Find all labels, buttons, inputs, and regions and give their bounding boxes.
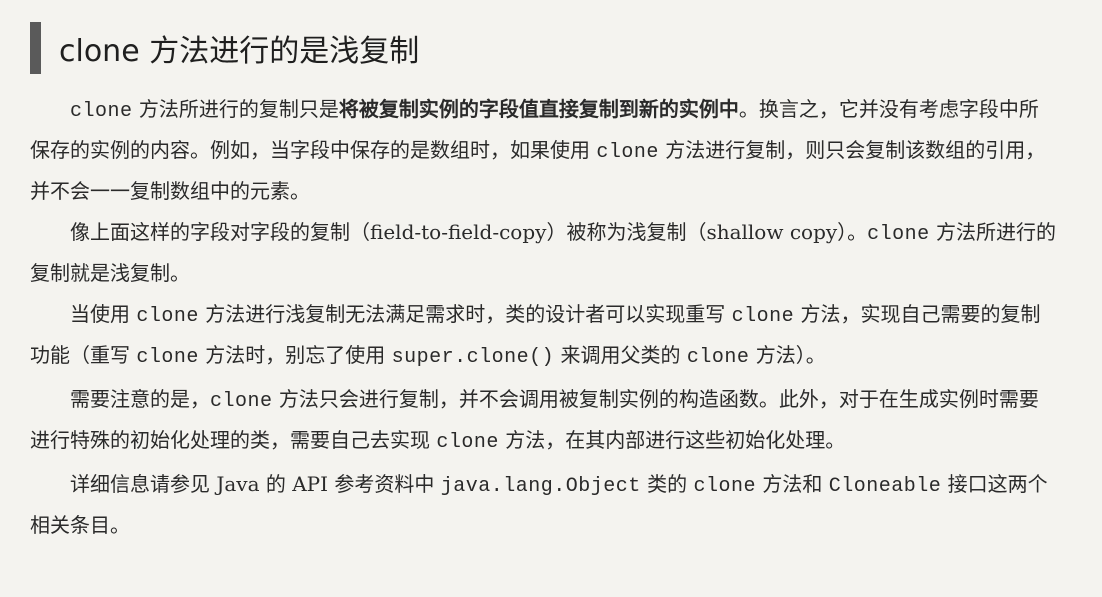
text-span: 详细信息请参见 Java 的 API 参考资料中 xyxy=(70,472,441,496)
paragraph-4: 需要注意的是，clone 方法只会进行复制，并不会调用被复制实例的构造函数。此外… xyxy=(30,380,1058,462)
text-span: 方法时，别忘了使用 xyxy=(198,343,392,367)
code-clone: clone xyxy=(210,390,273,413)
code-clone: clone xyxy=(70,100,133,123)
text-span: 方法和 xyxy=(756,472,829,496)
code-clone: clone xyxy=(693,475,757,498)
bold-emphasis: 将被复制实例的字段值直接复制到新的实例中 xyxy=(338,97,739,121)
heading-accent-bar xyxy=(30,22,41,74)
section-heading: clone 方法进行的是浅复制 xyxy=(30,20,1058,76)
paragraph-2: 像上面这样的字段对字段的复制（field-to-field-copy）被称为浅复… xyxy=(30,213,1058,292)
document-page: clone 方法进行的是浅复制 clone 方法所进行的复制只是将被复制实例的字… xyxy=(0,0,1102,597)
text-span: 方法）。 xyxy=(749,343,826,367)
text-span: 像上面这样的字段对字段的复制（field-to-field-copy）被称为浅复… xyxy=(70,220,868,244)
code-clone: clone xyxy=(596,141,659,164)
code-clone: clone xyxy=(136,346,199,369)
paragraph-5: 详细信息请参见 Java 的 API 参考资料中 java.lang.Objec… xyxy=(30,465,1058,544)
text-span: 需要注意的是， xyxy=(70,387,210,411)
heading-title: clone 方法进行的是浅复制 xyxy=(59,34,420,69)
code-clone: clone xyxy=(731,305,795,328)
code-clone: clone xyxy=(686,346,750,369)
text-span: 方法，在其内部进行这些初始化处理。 xyxy=(498,428,846,452)
text-span: 当使用 xyxy=(70,302,137,326)
code-clone: clone xyxy=(436,431,499,454)
text-span: 类的 xyxy=(640,472,694,496)
text-span: 来调用父类的 xyxy=(554,343,687,367)
code-clone: clone xyxy=(867,223,930,246)
text-span: 方法进行浅复制无法满足需求时，类的设计者可以实现重写 xyxy=(198,302,732,326)
code-super-clone: super.clone() xyxy=(391,346,555,369)
code-cloneable: Cloneable xyxy=(828,475,942,498)
code-clone: clone xyxy=(136,305,199,328)
text-span: 方法所进行的复制只是 xyxy=(132,97,339,121)
paragraph-1: clone 方法所进行的复制只是将被复制实例的字段值直接复制到新的实例中。换言之… xyxy=(30,90,1058,210)
code-java-lang-object: java.lang.Object xyxy=(440,475,641,498)
paragraph-3: 当使用 clone 方法进行浅复制无法满足需求时，类的设计者可以实现重写 clo… xyxy=(30,295,1058,377)
